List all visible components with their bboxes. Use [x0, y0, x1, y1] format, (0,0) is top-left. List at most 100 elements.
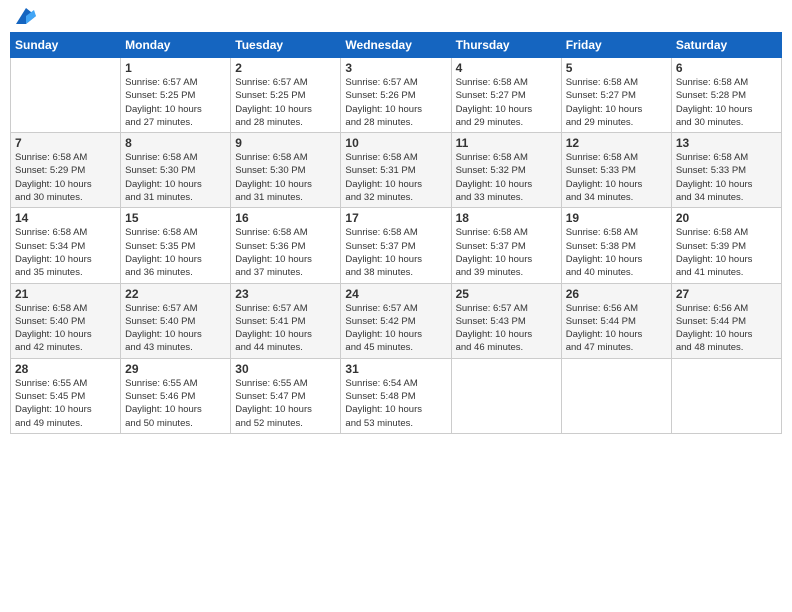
- day-number: 27: [676, 287, 777, 301]
- calendar-cell: 6Sunrise: 6:58 AM Sunset: 5:28 PM Daylig…: [671, 58, 781, 133]
- day-info: Sunrise: 6:57 AM Sunset: 5:41 PM Dayligh…: [235, 302, 336, 355]
- calendar-week-row: 14Sunrise: 6:58 AM Sunset: 5:34 PM Dayli…: [11, 208, 782, 283]
- calendar-table: SundayMondayTuesdayWednesdayThursdayFrid…: [10, 32, 782, 434]
- day-info: Sunrise: 6:58 AM Sunset: 5:35 PM Dayligh…: [125, 226, 226, 279]
- calendar-cell: 22Sunrise: 6:57 AM Sunset: 5:40 PM Dayli…: [121, 283, 231, 358]
- day-number: 8: [125, 136, 226, 150]
- calendar-cell: [11, 58, 121, 133]
- calendar-day-header: Saturday: [671, 33, 781, 58]
- calendar-day-header: Tuesday: [231, 33, 341, 58]
- calendar-cell: 9Sunrise: 6:58 AM Sunset: 5:30 PM Daylig…: [231, 133, 341, 208]
- day-number: 7: [15, 136, 116, 150]
- day-number: 23: [235, 287, 336, 301]
- day-number: 15: [125, 211, 226, 225]
- day-info: Sunrise: 6:58 AM Sunset: 5:40 PM Dayligh…: [15, 302, 116, 355]
- day-info: Sunrise: 6:56 AM Sunset: 5:44 PM Dayligh…: [566, 302, 667, 355]
- calendar-cell: 4Sunrise: 6:58 AM Sunset: 5:27 PM Daylig…: [451, 58, 561, 133]
- calendar-day-header: Wednesday: [341, 33, 451, 58]
- day-number: 16: [235, 211, 336, 225]
- calendar-week-row: 7Sunrise: 6:58 AM Sunset: 5:29 PM Daylig…: [11, 133, 782, 208]
- calendar-cell: 27Sunrise: 6:56 AM Sunset: 5:44 PM Dayli…: [671, 283, 781, 358]
- logo: [14, 10, 36, 24]
- day-number: 11: [456, 136, 557, 150]
- logo-icon: [16, 8, 36, 24]
- day-info: Sunrise: 6:58 AM Sunset: 5:28 PM Dayligh…: [676, 76, 777, 129]
- calendar-day-header: Sunday: [11, 33, 121, 58]
- day-number: 20: [676, 211, 777, 225]
- calendar-cell: 5Sunrise: 6:58 AM Sunset: 5:27 PM Daylig…: [561, 58, 671, 133]
- day-info: Sunrise: 6:58 AM Sunset: 5:39 PM Dayligh…: [676, 226, 777, 279]
- calendar-cell: 25Sunrise: 6:57 AM Sunset: 5:43 PM Dayli…: [451, 283, 561, 358]
- calendar-cell: 15Sunrise: 6:58 AM Sunset: 5:35 PM Dayli…: [121, 208, 231, 283]
- calendar-cell: 14Sunrise: 6:58 AM Sunset: 5:34 PM Dayli…: [11, 208, 121, 283]
- calendar-cell: [451, 358, 561, 433]
- day-number: 2: [235, 61, 336, 75]
- calendar-cell: 21Sunrise: 6:58 AM Sunset: 5:40 PM Dayli…: [11, 283, 121, 358]
- calendar-week-row: 21Sunrise: 6:58 AM Sunset: 5:40 PM Dayli…: [11, 283, 782, 358]
- day-info: Sunrise: 6:58 AM Sunset: 5:36 PM Dayligh…: [235, 226, 336, 279]
- calendar-cell: 19Sunrise: 6:58 AM Sunset: 5:38 PM Dayli…: [561, 208, 671, 283]
- day-info: Sunrise: 6:56 AM Sunset: 5:44 PM Dayligh…: [676, 302, 777, 355]
- calendar-cell: 23Sunrise: 6:57 AM Sunset: 5:41 PM Dayli…: [231, 283, 341, 358]
- day-info: Sunrise: 6:58 AM Sunset: 5:33 PM Dayligh…: [676, 151, 777, 204]
- day-info: Sunrise: 6:58 AM Sunset: 5:37 PM Dayligh…: [345, 226, 446, 279]
- day-number: 9: [235, 136, 336, 150]
- calendar-cell: 7Sunrise: 6:58 AM Sunset: 5:29 PM Daylig…: [11, 133, 121, 208]
- day-info: Sunrise: 6:58 AM Sunset: 5:31 PM Dayligh…: [345, 151, 446, 204]
- calendar-cell: 29Sunrise: 6:55 AM Sunset: 5:46 PM Dayli…: [121, 358, 231, 433]
- day-info: Sunrise: 6:54 AM Sunset: 5:48 PM Dayligh…: [345, 377, 446, 430]
- day-info: Sunrise: 6:58 AM Sunset: 5:38 PM Dayligh…: [566, 226, 667, 279]
- day-info: Sunrise: 6:58 AM Sunset: 5:34 PM Dayligh…: [15, 226, 116, 279]
- day-info: Sunrise: 6:58 AM Sunset: 5:32 PM Dayligh…: [456, 151, 557, 204]
- day-info: Sunrise: 6:58 AM Sunset: 5:27 PM Dayligh…: [566, 76, 667, 129]
- day-number: 17: [345, 211, 446, 225]
- day-number: 25: [456, 287, 557, 301]
- day-number: 30: [235, 362, 336, 376]
- day-number: 13: [676, 136, 777, 150]
- day-number: 3: [345, 61, 446, 75]
- day-info: Sunrise: 6:57 AM Sunset: 5:25 PM Dayligh…: [125, 76, 226, 129]
- day-info: Sunrise: 6:57 AM Sunset: 5:42 PM Dayligh…: [345, 302, 446, 355]
- calendar-cell: [671, 358, 781, 433]
- day-number: 4: [456, 61, 557, 75]
- calendar-cell: [561, 358, 671, 433]
- day-info: Sunrise: 6:55 AM Sunset: 5:47 PM Dayligh…: [235, 377, 336, 430]
- calendar-cell: 8Sunrise: 6:58 AM Sunset: 5:30 PM Daylig…: [121, 133, 231, 208]
- calendar-day-header: Thursday: [451, 33, 561, 58]
- day-number: 24: [345, 287, 446, 301]
- calendar-cell: 12Sunrise: 6:58 AM Sunset: 5:33 PM Dayli…: [561, 133, 671, 208]
- calendar-cell: 31Sunrise: 6:54 AM Sunset: 5:48 PM Dayli…: [341, 358, 451, 433]
- calendar-day-header: Friday: [561, 33, 671, 58]
- calendar-cell: 13Sunrise: 6:58 AM Sunset: 5:33 PM Dayli…: [671, 133, 781, 208]
- calendar-cell: 30Sunrise: 6:55 AM Sunset: 5:47 PM Dayli…: [231, 358, 341, 433]
- day-info: Sunrise: 6:57 AM Sunset: 5:26 PM Dayligh…: [345, 76, 446, 129]
- calendar-cell: 1Sunrise: 6:57 AM Sunset: 5:25 PM Daylig…: [121, 58, 231, 133]
- day-info: Sunrise: 6:57 AM Sunset: 5:40 PM Dayligh…: [125, 302, 226, 355]
- day-info: Sunrise: 6:58 AM Sunset: 5:37 PM Dayligh…: [456, 226, 557, 279]
- calendar-cell: 17Sunrise: 6:58 AM Sunset: 5:37 PM Dayli…: [341, 208, 451, 283]
- calendar-cell: 16Sunrise: 6:58 AM Sunset: 5:36 PM Dayli…: [231, 208, 341, 283]
- day-info: Sunrise: 6:58 AM Sunset: 5:30 PM Dayligh…: [125, 151, 226, 204]
- day-info: Sunrise: 6:57 AM Sunset: 5:25 PM Dayligh…: [235, 76, 336, 129]
- day-number: 28: [15, 362, 116, 376]
- day-info: Sunrise: 6:57 AM Sunset: 5:43 PM Dayligh…: [456, 302, 557, 355]
- calendar-cell: 24Sunrise: 6:57 AM Sunset: 5:42 PM Dayli…: [341, 283, 451, 358]
- calendar-cell: 20Sunrise: 6:58 AM Sunset: 5:39 PM Dayli…: [671, 208, 781, 283]
- page-header: [10, 10, 782, 24]
- calendar-day-header: Monday: [121, 33, 231, 58]
- day-number: 18: [456, 211, 557, 225]
- calendar-cell: 18Sunrise: 6:58 AM Sunset: 5:37 PM Dayli…: [451, 208, 561, 283]
- calendar-cell: 28Sunrise: 6:55 AM Sunset: 5:45 PM Dayli…: [11, 358, 121, 433]
- calendar-header-row: SundayMondayTuesdayWednesdayThursdayFrid…: [11, 33, 782, 58]
- day-number: 19: [566, 211, 667, 225]
- day-number: 12: [566, 136, 667, 150]
- calendar-cell: 26Sunrise: 6:56 AM Sunset: 5:44 PM Dayli…: [561, 283, 671, 358]
- day-info: Sunrise: 6:55 AM Sunset: 5:46 PM Dayligh…: [125, 377, 226, 430]
- day-number: 31: [345, 362, 446, 376]
- day-info: Sunrise: 6:58 AM Sunset: 5:27 PM Dayligh…: [456, 76, 557, 129]
- day-number: 1: [125, 61, 226, 75]
- day-info: Sunrise: 6:58 AM Sunset: 5:30 PM Dayligh…: [235, 151, 336, 204]
- calendar-cell: 10Sunrise: 6:58 AM Sunset: 5:31 PM Dayli…: [341, 133, 451, 208]
- calendar-week-row: 28Sunrise: 6:55 AM Sunset: 5:45 PM Dayli…: [11, 358, 782, 433]
- calendar-cell: 3Sunrise: 6:57 AM Sunset: 5:26 PM Daylig…: [341, 58, 451, 133]
